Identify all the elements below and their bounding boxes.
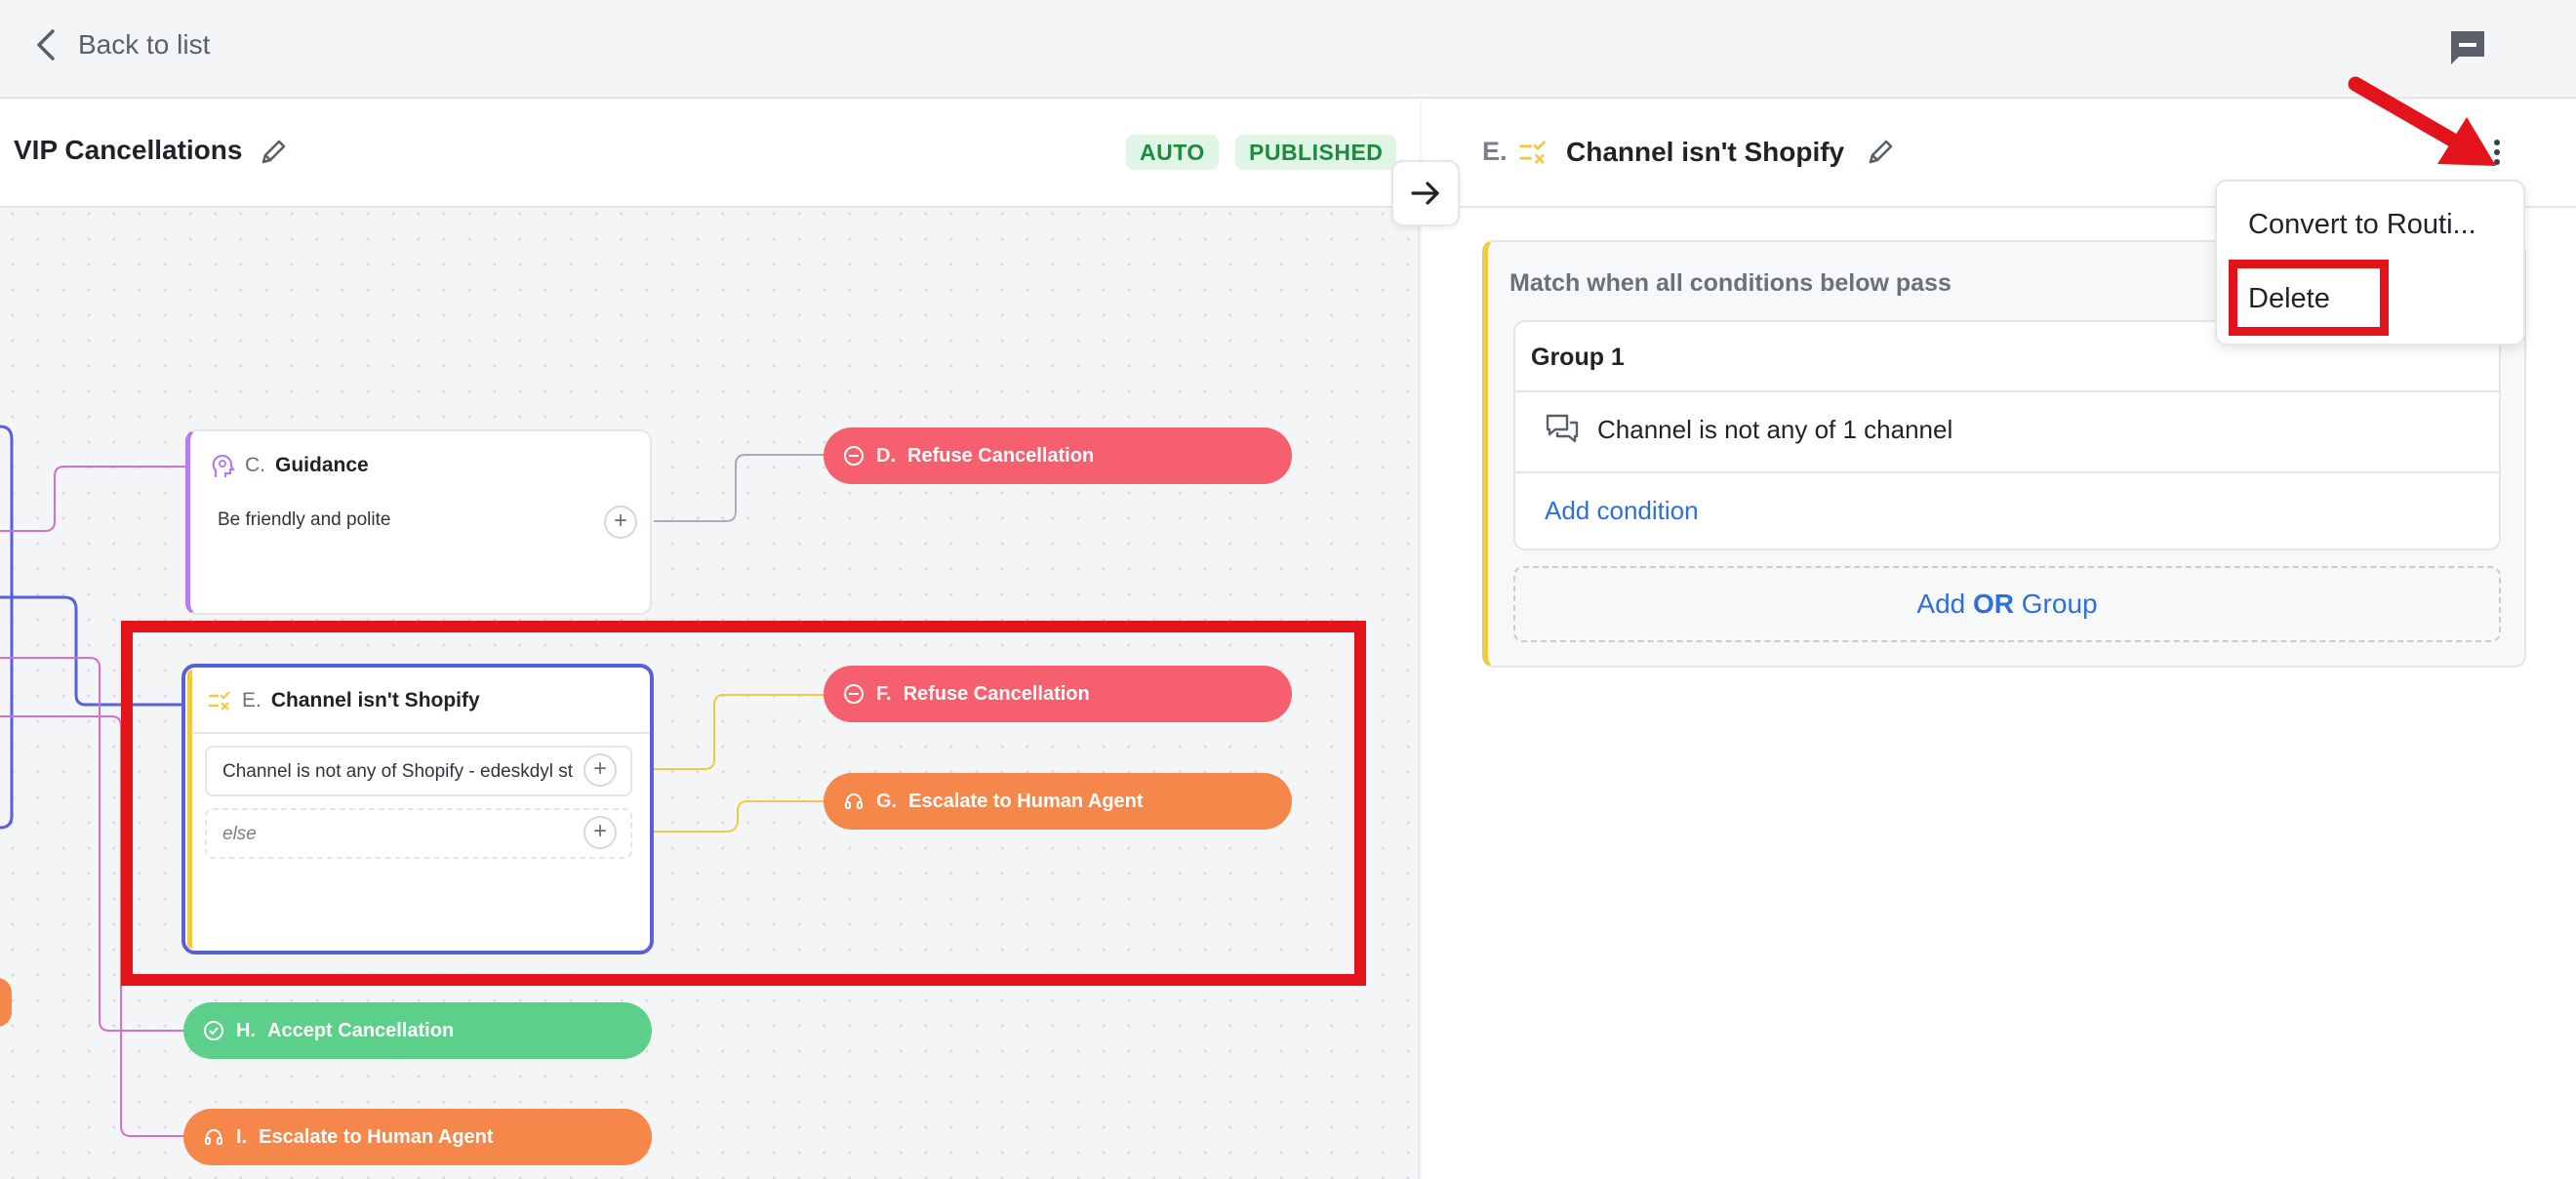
node-label: Accept Cancellation <box>267 1019 455 1041</box>
node-letter: G. <box>876 790 898 812</box>
check-circle-icon <box>204 1021 223 1040</box>
detail-letter: E. <box>1482 137 1508 166</box>
condition-icon <box>209 691 230 711</box>
add-else-step-button[interactable]: + <box>584 816 617 849</box>
add-or-group-button[interactable]: Add OR Group <box>1513 566 2501 642</box>
top-bar: Back to list <box>0 0 2576 99</box>
escalate-node-g[interactable]: G. Escalate to Human Agent <box>824 773 1292 830</box>
node-letter: C. <box>245 454 265 476</box>
guidance-node[interactable]: C. Guidance Be friendly and polite + <box>185 429 652 615</box>
add-or-prefix: Add <box>1916 589 1973 619</box>
collapse-panel-button[interactable] <box>1391 160 1460 226</box>
condition-node-e[interactable]: E. Channel isn't Shopify Channel is not … <box>181 664 654 955</box>
escalate-node-i[interactable]: I. Escalate to Human Agent <box>183 1109 652 1165</box>
chat-bubbles-icon <box>1546 414 1579 443</box>
add-step-button[interactable]: + <box>604 506 637 539</box>
node-letter: I. <box>236 1125 248 1148</box>
condition-row[interactable]: Channel is not any of 1 channel <box>1545 412 1952 447</box>
chevron-left-icon <box>37 29 55 61</box>
node-letter: F. <box>876 682 892 705</box>
condition-text: Channel is not any of 1 channel <box>1597 414 1953 444</box>
refuse-cancellation-node-d[interactable]: D. Refuse Cancellation <box>824 427 1292 484</box>
add-or-suffix: Group <box>2014 589 2098 619</box>
condition-node-header: E. Channel isn't Shopify <box>207 689 480 712</box>
match-label: Match when all conditions below pass <box>1509 269 1952 297</box>
divider <box>1515 390 2499 392</box>
group-name: Group 1 <box>1531 344 1625 371</box>
add-condition-link[interactable]: Add condition <box>1545 496 1699 526</box>
headset-icon <box>845 793 863 809</box>
node-name: Channel isn't Shopify <box>270 689 480 711</box>
node-label: Refuse Cancellation <box>907 444 1095 467</box>
back-label: Back to list <box>78 29 211 60</box>
accept-cancellation-node-h[interactable]: H. Accept Cancellation <box>183 1002 652 1059</box>
minus-circle-icon <box>844 684 864 704</box>
condition-group: Group 1 Channel is not any of 1 channel … <box>1513 320 2501 550</box>
guidance-head-icon <box>212 454 235 478</box>
detail-title: Channel isn't Shopify <box>1566 137 1845 167</box>
node-letter: H. <box>236 1019 256 1041</box>
node-label: Escalate to Human Agent <box>259 1125 494 1148</box>
guidance-body: Be friendly and polite <box>218 509 391 530</box>
node-letter: E. <box>242 689 262 711</box>
arrow-right-icon <box>1411 182 1439 205</box>
add-or-bold: OR <box>1973 589 2014 619</box>
node-letter: D. <box>876 444 896 467</box>
refuse-cancellation-node-f[interactable]: F. Refuse Cancellation <box>824 666 1292 722</box>
options-menu: Convert to Routi... Delete <box>2215 180 2525 346</box>
condition-branch[interactable]: Channel is not any of Shopify - edeskdyl… <box>205 746 632 796</box>
else-branch[interactable]: else <box>205 808 632 859</box>
divider <box>1515 471 2499 473</box>
node-name: Guidance <box>275 454 369 476</box>
condition-icon <box>1519 140 1547 165</box>
back-to-list-link[interactable]: Back to list <box>33 25 210 64</box>
divider <box>191 732 650 734</box>
chat-icon[interactable] <box>2447 27 2488 68</box>
delete-item[interactable]: Delete <box>2248 283 2330 315</box>
minus-circle-icon <box>844 446 864 466</box>
guidance-node-header: C. Guidance <box>210 453 369 478</box>
node-label: Escalate to Human Agent <box>908 790 1144 812</box>
edit-pencil-icon[interactable] <box>1865 137 1896 168</box>
convert-to-routing-item[interactable]: Convert to Routi... <box>2248 209 2476 241</box>
condition-accent-bar <box>187 670 192 949</box>
flow-canvas[interactable]: VIP Cancellations AUTO PUBLISHED C. Guid… <box>0 100 1420 1179</box>
headset-icon <box>205 1129 222 1145</box>
add-branch-step-button[interactable]: + <box>584 753 617 787</box>
annotation-arrow-icon <box>2348 76 2496 166</box>
node-label: Refuse Cancellation <box>903 682 1090 705</box>
